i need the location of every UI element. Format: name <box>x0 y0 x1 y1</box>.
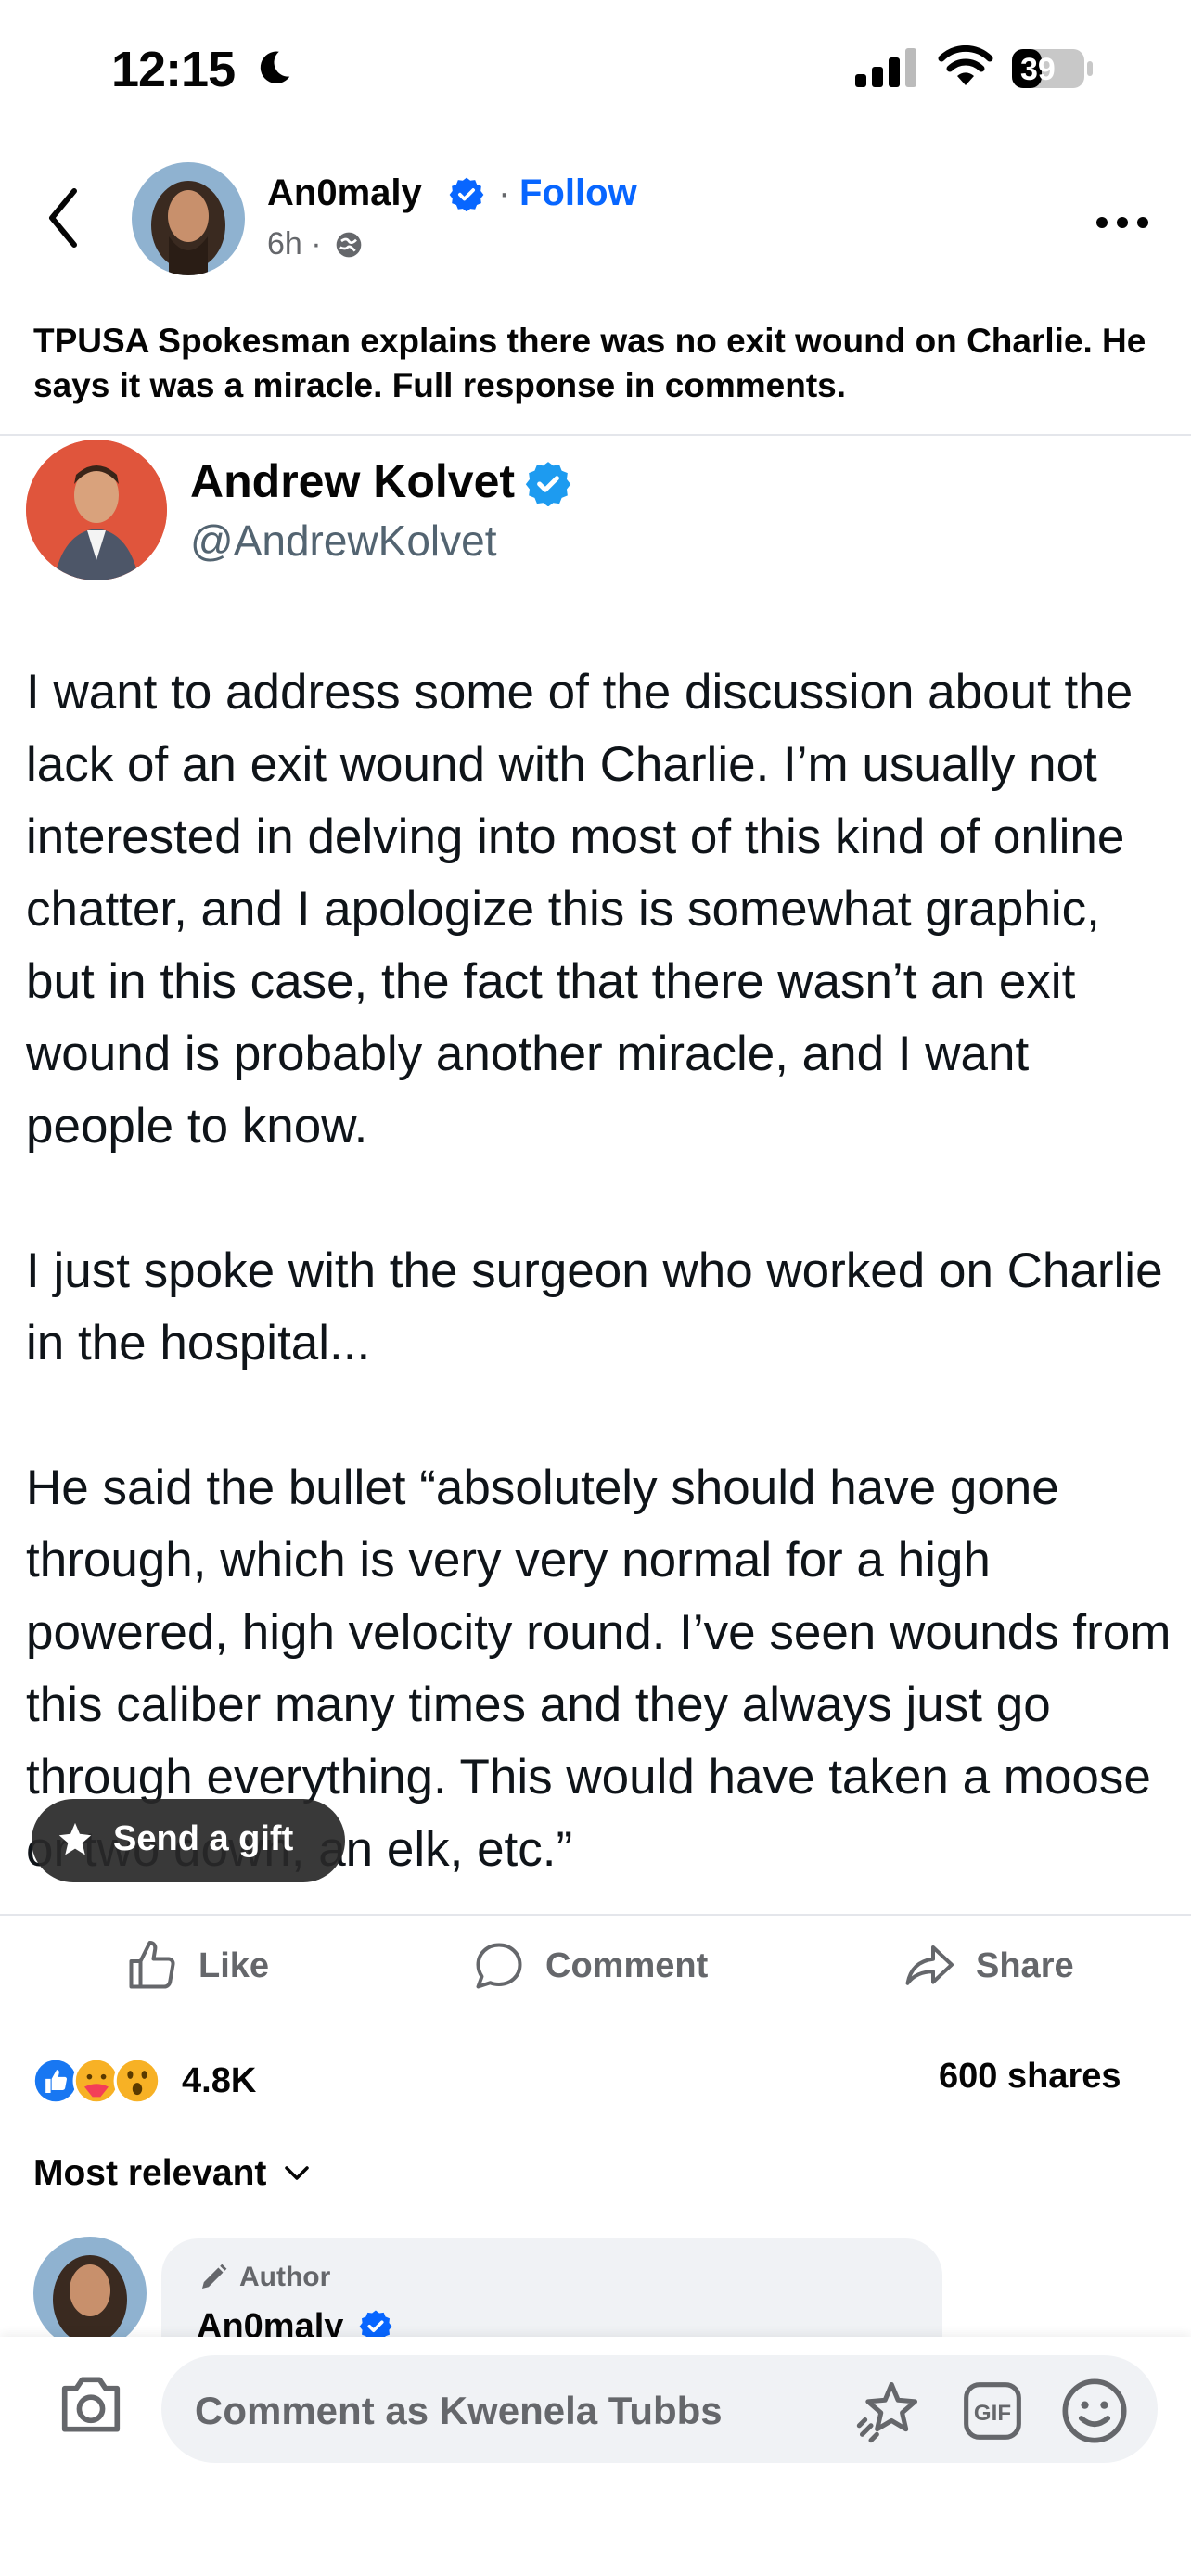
moon-icon <box>260 51 290 84</box>
status-time: 12:15 <box>111 42 236 97</box>
tweet-body-text: I want to address some of the discussion… <box>26 665 1172 1877</box>
comment-button[interactable]: Comment <box>471 1938 708 1994</box>
post-age: 6h · <box>267 226 322 261</box>
emoji-icon[interactable] <box>1059 2376 1130 2446</box>
author-badge-label: Author <box>239 2262 331 2292</box>
reaction-count: 4.8K <box>182 2060 257 2100</box>
like-label: Like <box>198 1945 270 1985</box>
gift-star-icon <box>58 1822 92 1855</box>
like-button[interactable]: Like <box>124 1938 269 1994</box>
divider <box>0 434 1191 436</box>
comment-label: Comment <box>545 1945 709 1985</box>
separator-dot: · <box>498 172 511 213</box>
comment-input-placeholder: Comment as Kwenela Tubbs <box>195 2389 723 2432</box>
author-badge: Author <box>197 2261 330 2294</box>
back-arrow-icon[interactable] <box>45 185 82 250</box>
chevron-down-icon <box>285 2166 310 2180</box>
send-gift-label: Send a gift <box>113 1819 294 1858</box>
tweet-author-handle: @AndrewKolvet <box>190 516 497 565</box>
commenter-avatar[interactable] <box>33 2237 147 2350</box>
wow-reaction-icon <box>113 2057 161 2105</box>
follow-button[interactable]: Follow <box>519 172 637 214</box>
globe-icon <box>336 232 362 258</box>
post-author-name[interactable]: An0maly <box>267 172 422 214</box>
pen-icon <box>202 2264 227 2289</box>
comment-sort-label: Most relevant <box>33 2153 267 2193</box>
share-button[interactable]: Share <box>900 1938 1074 1994</box>
battery-level: 39 <box>1020 52 1056 87</box>
reaction-summary[interactable]: 4.8K <box>32 2057 256 2105</box>
comment-bubble-icon <box>476 1943 522 1989</box>
comment-sort-dropdown[interactable]: Most relevant <box>33 2153 311 2194</box>
svg-text:GIF: GIF <box>974 2401 1011 2426</box>
tweet-author-name: Andrew Kolvet <box>190 455 516 507</box>
divider <box>0 1914 1191 1916</box>
shares-count[interactable]: 600 shares <box>939 2057 1121 2097</box>
wifi-icon <box>938 45 993 85</box>
send-gift-button[interactable]: Send a gift <box>32 1799 345 1882</box>
share-label: Share <box>976 1945 1074 1985</box>
reaction-icons <box>32 2057 171 2105</box>
share-arrow-icon <box>905 1945 954 1985</box>
more-options-icon[interactable] <box>1095 215 1150 230</box>
post-meta: 6h · <box>267 226 364 262</box>
verified-badge-icon <box>449 177 484 211</box>
sticker-icon[interactable] <box>853 2376 924 2446</box>
tweet-author-avatar <box>26 440 167 580</box>
post-caption: TPUSA Spokesman explains there was no ex… <box>33 322 1146 404</box>
verified-badge-icon <box>525 462 571 506</box>
battery-indicator: 39 <box>1011 48 1095 89</box>
author-avatar[interactable] <box>132 162 245 275</box>
gif-icon[interactable]: GIF <box>961 2379 1024 2442</box>
camera-icon[interactable] <box>56 2374 126 2435</box>
cellular-signal-icon <box>855 48 916 87</box>
thumbs-up-icon <box>129 1941 175 1989</box>
